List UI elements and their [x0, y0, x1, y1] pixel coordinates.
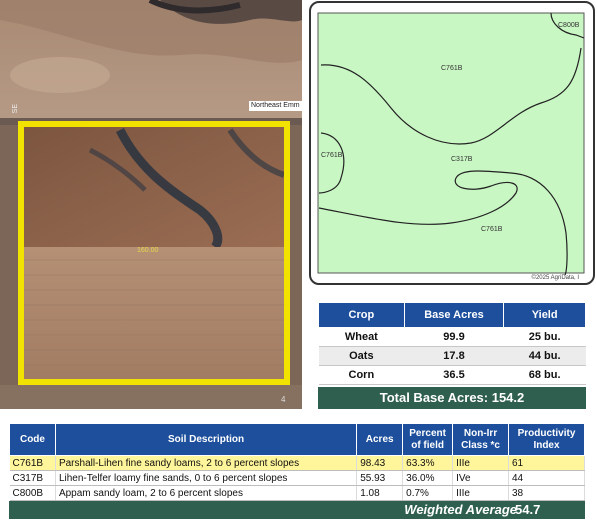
soil-description: Lihen-Telfer loamy fine sands, 0 to 6 pe…	[55, 470, 358, 486]
class-column-header: Non-Irr Class *c	[452, 423, 509, 456]
soil-code: C317B	[9, 470, 56, 486]
weighted-average-bar: Weighted Average 54.7	[9, 501, 585, 519]
code-column-header: Code	[9, 423, 56, 456]
soil-table: Code Soil Description Acres Percent of f…	[9, 423, 585, 501]
soil-label-c800b: C800B	[558, 22, 580, 29]
base-acres-column-header: Base Acres	[403, 302, 505, 328]
percent-column-header: Percent of field	[402, 423, 454, 456]
soil-percent: 36.0%	[402, 470, 454, 486]
total-base-acres: Total Base Acres: 154.2	[318, 387, 586, 409]
soil-row: C800B Appam sandy loam, 2 to 6 percent s…	[9, 485, 585, 501]
soil-class: IIIe	[452, 455, 509, 471]
soil-index: 38	[508, 485, 585, 501]
map-section-number: 4	[281, 395, 286, 404]
soil-acres: 1.08	[356, 485, 404, 501]
index-header-line1: Productivity	[517, 427, 576, 439]
crop-name: Corn	[318, 365, 405, 385]
soil-label-c317b: C317B	[451, 156, 473, 163]
crop-yield: 44 bu.	[503, 346, 586, 366]
soil-class: IIIe	[452, 485, 509, 501]
index-column-header: Productivity Index	[508, 423, 585, 456]
soil-label-c761b-top: C761B	[441, 65, 463, 72]
weighted-average-label: Weighted Average	[404, 502, 517, 517]
index-header-line2: Index	[533, 439, 560, 451]
percent-header-line1: Percent	[409, 427, 446, 439]
acres-column-header: Acres	[356, 423, 404, 456]
copyright-text: ©2025 AgriData, I	[531, 275, 579, 281]
weighted-average-value: 54.7	[515, 502, 541, 517]
crop-name: Wheat	[318, 327, 405, 347]
soil-label-c761b-bottom: C761B	[481, 226, 503, 233]
soil-map-drawing	[317, 12, 585, 276]
soil-acres: 98.43	[356, 455, 404, 471]
crop-row: Oats 17.8 44 bu.	[318, 346, 586, 366]
crop-row: Corn 36.5 68 bu.	[318, 365, 586, 385]
crop-acres: 17.8	[404, 346, 504, 366]
crop-acres: 99.9	[404, 327, 504, 347]
description-column-header: Soil Description	[54, 423, 358, 456]
crop-base-acres-table: Crop Base Acres Yield Wheat 99.9 25 bu. …	[318, 302, 586, 385]
class-header-line1: Non-Irr	[463, 427, 498, 439]
soil-map: C800B C761B C761B C317B C761B ©2025 Agri…	[309, 1, 595, 285]
class-header-line2: Class *c	[461, 439, 500, 451]
soil-row: C761B Parshall-Lihen fine sandy loams, 2…	[9, 455, 585, 471]
soil-code: C761B	[9, 455, 56, 471]
crop-yield: 68 bu.	[503, 365, 586, 385]
crop-acres: 36.5	[404, 365, 504, 385]
soil-description: Parshall-Lihen fine sandy loams, 2 to 6 …	[55, 455, 358, 471]
soil-class: IVe	[452, 470, 509, 486]
crop-row: Wheat 99.9 25 bu.	[318, 327, 586, 347]
road-label-left: SE	[12, 104, 19, 114]
soil-description: Appam sandy loam, 2 to 6 percent slopes	[55, 485, 358, 501]
road-label: Northeast Emm	[249, 101, 302, 111]
crop-name: Oats	[318, 346, 405, 366]
percent-header-line2: of field	[411, 439, 444, 451]
aerial-photo: SE Northeast Emm 160.00 4	[0, 0, 302, 409]
soil-label-c761b-left: C761B	[321, 152, 343, 159]
crop-column-header: Crop	[318, 302, 405, 328]
soil-percent: 0.7%	[402, 485, 454, 501]
yield-column-header: Yield	[503, 302, 586, 328]
soil-index: 61	[508, 455, 585, 471]
crop-yield: 25 bu.	[503, 327, 586, 347]
soil-code: C800B	[9, 485, 56, 501]
soil-percent: 63.3%	[402, 455, 454, 471]
field-acres-label: 160.00	[137, 247, 159, 254]
soil-index: 44	[508, 470, 585, 486]
soil-acres: 55.93	[356, 470, 404, 486]
soil-row: C317B Lihen-Telfer loamy fine sands, 0 t…	[9, 470, 585, 486]
